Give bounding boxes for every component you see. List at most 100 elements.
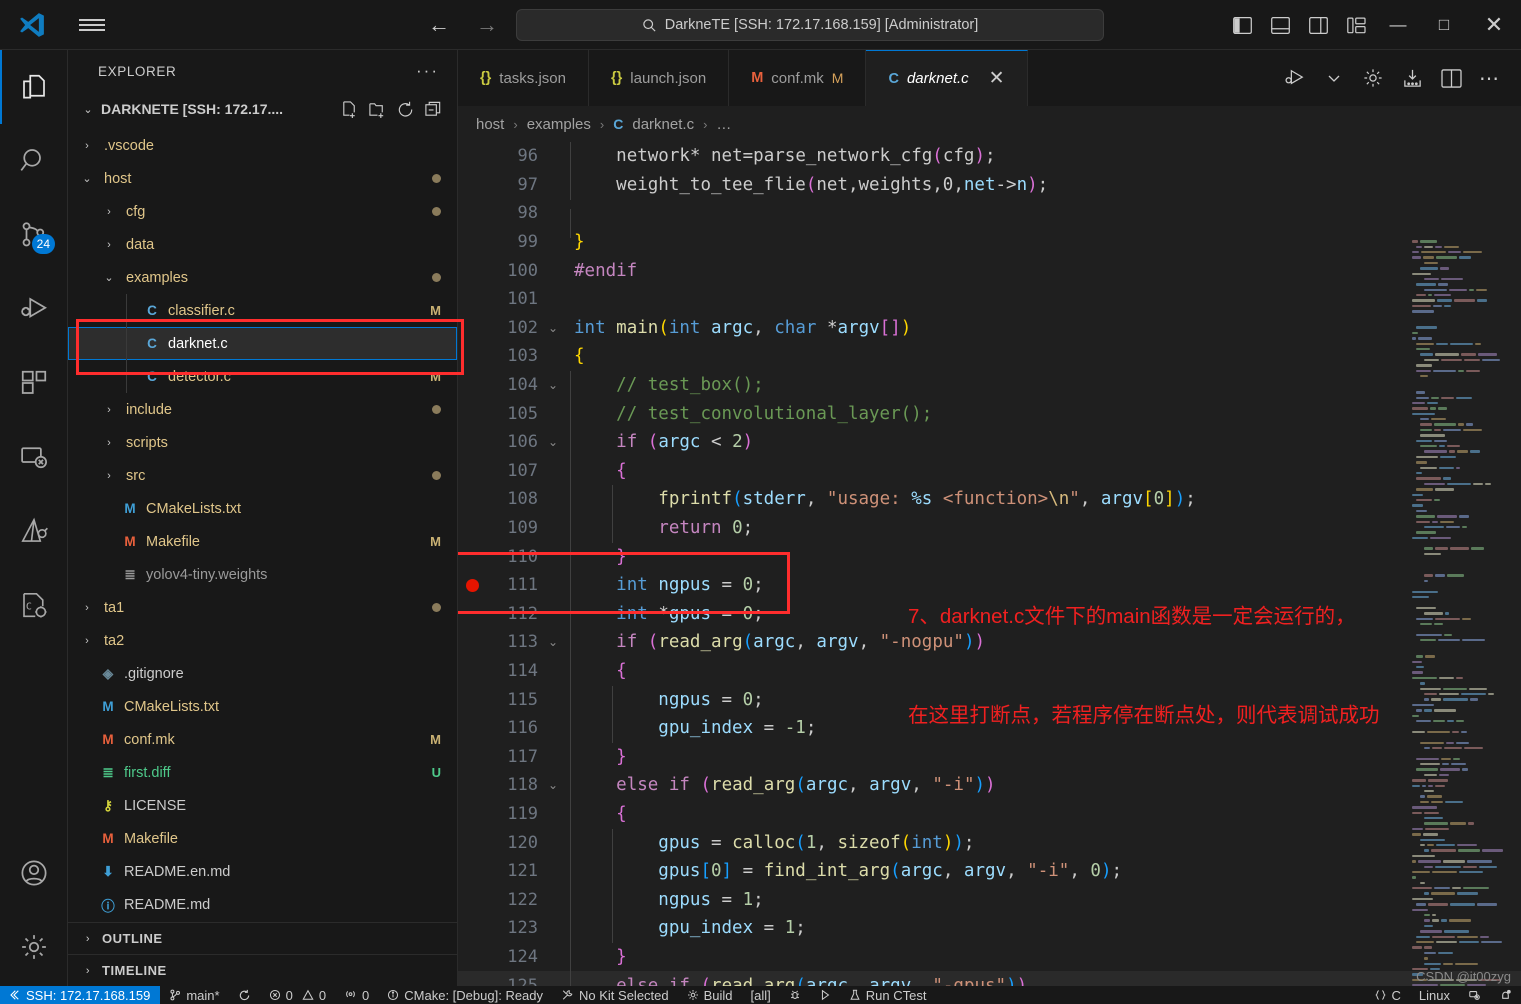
readme-en-file[interactable]: ⬇ README.en.md [68,855,457,888]
chevron-right-icon[interactable]: › [100,470,118,482]
fold-chevron-icon[interactable]: ⌄ [538,435,568,449]
run-debug-icon[interactable] [1278,50,1312,106]
explorer-more-icon[interactable]: ··· [416,61,439,81]
breadcrumb-symbol[interactable]: … [716,116,731,133]
code-line[interactable]: 121 gpus[0] = find_int_arg(argc, argv, "… [458,857,1521,887]
tab-close-icon[interactable]: ✕ [989,67,1005,90]
more-actions-icon[interactable]: ⋯ [1473,50,1507,106]
ta2-folder[interactable]: › ta2 [68,624,457,657]
makefile-host[interactable]: M Makefile M [68,525,457,558]
chevron-right-icon[interactable]: › [78,602,96,614]
code-line[interactable]: 125 ⌄ else if (read_arg(argc, argv, "-gpu… [458,971,1521,986]
classifier-c-file[interactable]: Cclassifier.c M [68,294,457,327]
sidebar-item-explorer[interactable] [0,50,68,124]
code-line[interactable]: 119 { [458,799,1521,829]
status-notifications[interactable] [1490,986,1521,1004]
minimap[interactable] [1412,234,1509,986]
chevron-right-icon[interactable]: › [100,239,118,251]
code-line[interactable]: 105 // test_convolutional_layer(); [458,399,1521,429]
firstdiff-file[interactable]: ≣ first.diff U [68,756,457,789]
sidebar-item-cmake-tools[interactable]: C [0,568,68,642]
chevron-right-icon[interactable]: › [78,140,96,152]
status-radio-tower[interactable]: 0 [335,986,378,1004]
tab-darknet-c[interactable]: Cdarknet.c ✕ [866,50,1028,106]
toggle-panel-icon[interactable] [1261,0,1299,50]
collapse-all-icon[interactable] [424,100,443,119]
sidebar-item-remote-explorer[interactable] [0,420,68,494]
code-line[interactable]: 123 gpu_index = 1; [458,914,1521,944]
data-folder[interactable]: › data [68,228,457,261]
tab-launch-json[interactable]: {} launch.json [589,50,730,106]
cmakelists-root[interactable]: M CMakeLists.txt [68,690,457,723]
status-branch[interactable]: main* [160,986,228,1004]
chevron-down-icon[interactable]: ⌄ [80,103,96,116]
code-line[interactable]: 97 weight_to_tee_flie(net,weights,0,net-… [458,170,1521,200]
gitignore-file[interactable]: ◈ .gitignore [68,657,457,690]
status-launch[interactable] [810,986,840,1004]
readme-file[interactable]: ⓘ README.md [68,888,457,921]
fold-chevron-icon[interactable]: ⌄ [538,378,568,392]
fold-chevron-icon[interactable]: ⌄ [538,321,568,335]
chevron-right-icon[interactable]: › [100,206,118,218]
accounts-button[interactable] [0,836,68,910]
sidebar-item-source-control[interactable]: 24 [0,198,68,272]
breakpoint-marker[interactable] [458,578,486,592]
breadcrumb-darknet-c[interactable]: darknet.c [632,116,694,133]
code-line[interactable]: 104 ⌄ // test_box(); [458,371,1521,401]
toggle-secondary-sidebar-icon[interactable] [1299,0,1337,50]
code-line[interactable]: 106 ⌄ if (argc < 2) [458,428,1521,458]
ta1-folder[interactable]: › ta1 [68,591,457,624]
status-kit[interactable]: No Kit Selected [552,986,678,1004]
back-arrow-icon[interactable]: ← [424,10,454,40]
vscode-folder[interactable]: › .vscode [68,129,457,162]
sidebar-item-extensions[interactable] [0,346,68,420]
new-file-icon[interactable] [340,100,359,119]
sidebar-item-run-and-debug[interactable] [0,272,68,346]
chevron-right-icon[interactable]: › [78,635,96,647]
status-sync[interactable] [229,986,260,1004]
status-debug[interactable] [780,986,810,1004]
toggle-primary-sidebar-icon[interactable] [1223,0,1261,50]
chevron-down-icon[interactable]: ⌄ [78,172,96,185]
fold-chevron-icon[interactable]: ⌄ [538,778,568,792]
chevron-down-icon[interactable] [1317,50,1351,106]
outline-section[interactable]: › OUTLINE [68,922,457,954]
status-language[interactable]: C [1365,986,1410,1004]
code-line[interactable]: 107 { [458,456,1521,486]
tab-tasks-json[interactable]: {} tasks.json [458,50,589,106]
cfg-folder[interactable]: › cfg [68,195,457,228]
sidebar-item-search[interactable] [0,124,68,198]
makefile-root[interactable]: M Makefile [68,822,457,855]
code-editor[interactable]: 96 network* net=parse_network_cfg(cfg); 9… [458,142,1521,986]
breadcrumb-examples[interactable]: examples [527,116,591,133]
chevron-right-icon[interactable]: › [100,404,118,416]
detector-c-file[interactable]: Cdetector.c M [68,360,457,393]
timeline-section[interactable]: › TIMELINE [68,954,457,986]
cmakelists-host[interactable]: M CMakeLists.txt [68,492,457,525]
examples-folder[interactable]: ⌄ examples [68,261,457,294]
sidebar-item-cmake[interactable] [0,494,68,568]
forward-arrow-icon[interactable]: → [472,10,502,40]
status-problems[interactable]: 0 0 [260,986,335,1004]
manage-settings-button[interactable] [0,910,68,984]
status-remote-indicator[interactable]: SSH: 172.17.168.159 [0,986,161,1004]
new-folder-icon[interactable] [368,100,387,119]
include-folder[interactable]: › include [68,393,457,426]
code-line[interactable]: 103 { [458,342,1521,371]
customize-layout-icon[interactable] [1337,0,1375,50]
scripts-folder[interactable]: › scripts [68,426,457,459]
status-platform[interactable]: Linux [1410,986,1459,1004]
chevron-down-icon[interactable]: ⌄ [100,271,118,284]
status-build[interactable]: Build [678,986,742,1004]
status-ctest[interactable]: Run CTest [840,986,936,1004]
breakpoint-dot[interactable] [465,578,479,592]
fold-chevron-icon[interactable]: ⌄ [538,635,568,649]
code-line[interactable]: 99} [458,228,1521,257]
close-button[interactable]: ✕ [1467,0,1521,50]
code-line[interactable]: 96 network* net=parse_network_cfg(cfg); [458,142,1521,172]
license-file[interactable]: ⚷ LICENSE [68,789,457,822]
host-folder[interactable]: ⌄ host [68,162,457,195]
maximize-button[interactable]: □ [1421,0,1467,50]
minimize-button[interactable]: — [1375,0,1421,50]
tab-conf-mk[interactable]: Mconf.mk M [729,50,867,106]
